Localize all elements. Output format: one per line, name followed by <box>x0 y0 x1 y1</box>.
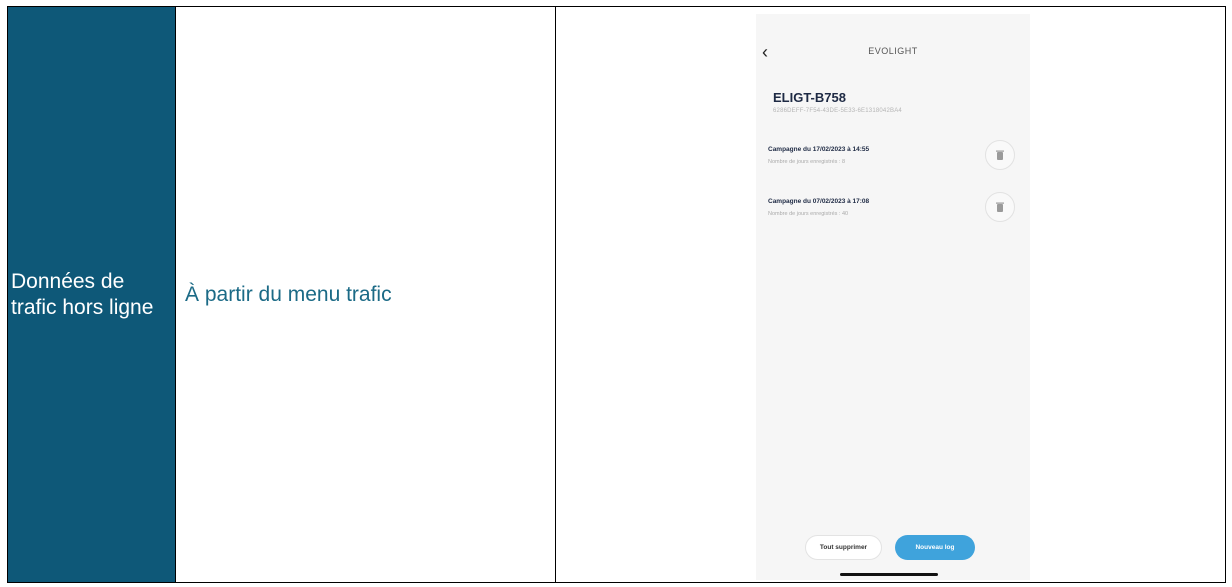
feature-table-row: Données de trafic hors ligne À partir du… <box>7 6 1226 583</box>
app-header: ‹ EVOLIGHT <box>756 43 1030 63</box>
campaign-subtitle: Nombre de jours enregistrés : 40 <box>768 211 849 217</box>
feature-label: Données de trafic hors ligne <box>11 269 154 319</box>
device-uuid: 6286DEFF-7F54-43DE-5E33-6E1318042BA4 <box>773 108 902 114</box>
home-indicator <box>840 573 938 576</box>
campaign-item[interactable]: Campagne du 07/02/2023 à 17:08 Nombre de… <box>768 192 1018 228</box>
trash-icon[interactable] <box>985 192 1015 222</box>
campaign-item[interactable]: Campagne du 17/02/2023 à 14:55 Nombre de… <box>768 140 1018 176</box>
description-text: À partir du menu trafic <box>185 282 392 306</box>
campaign-title: Campagne du 07/02/2023 à 17:08 <box>768 198 870 205</box>
app-title: EVOLIGHT <box>868 46 918 56</box>
campaign-subtitle: Nombre de jours enregistrés : 8 <box>768 159 846 165</box>
delete-all-button[interactable]: Tout supprimer <box>805 535 882 560</box>
new-log-button[interactable]: Nouveau log <box>895 535 975 560</box>
trash-icon[interactable] <box>985 140 1015 170</box>
screenshot-cell: ‹ EVOLIGHT ELIGT-B758 6286DEFF-7F54-43DE… <box>556 7 1225 582</box>
device-name: ELIGT-B758 <box>773 90 846 105</box>
description-cell: À partir du menu trafic <box>176 7 556 582</box>
feature-cell: Données de trafic hors ligne <box>8 7 176 582</box>
bottom-actions: Tout supprimer Nouveau log <box>756 535 1030 561</box>
phone-screenshot: ‹ EVOLIGHT ELIGT-B758 6286DEFF-7F54-43DE… <box>756 14 1030 580</box>
campaign-title: Campagne du 17/02/2023 à 14:55 <box>768 146 870 153</box>
